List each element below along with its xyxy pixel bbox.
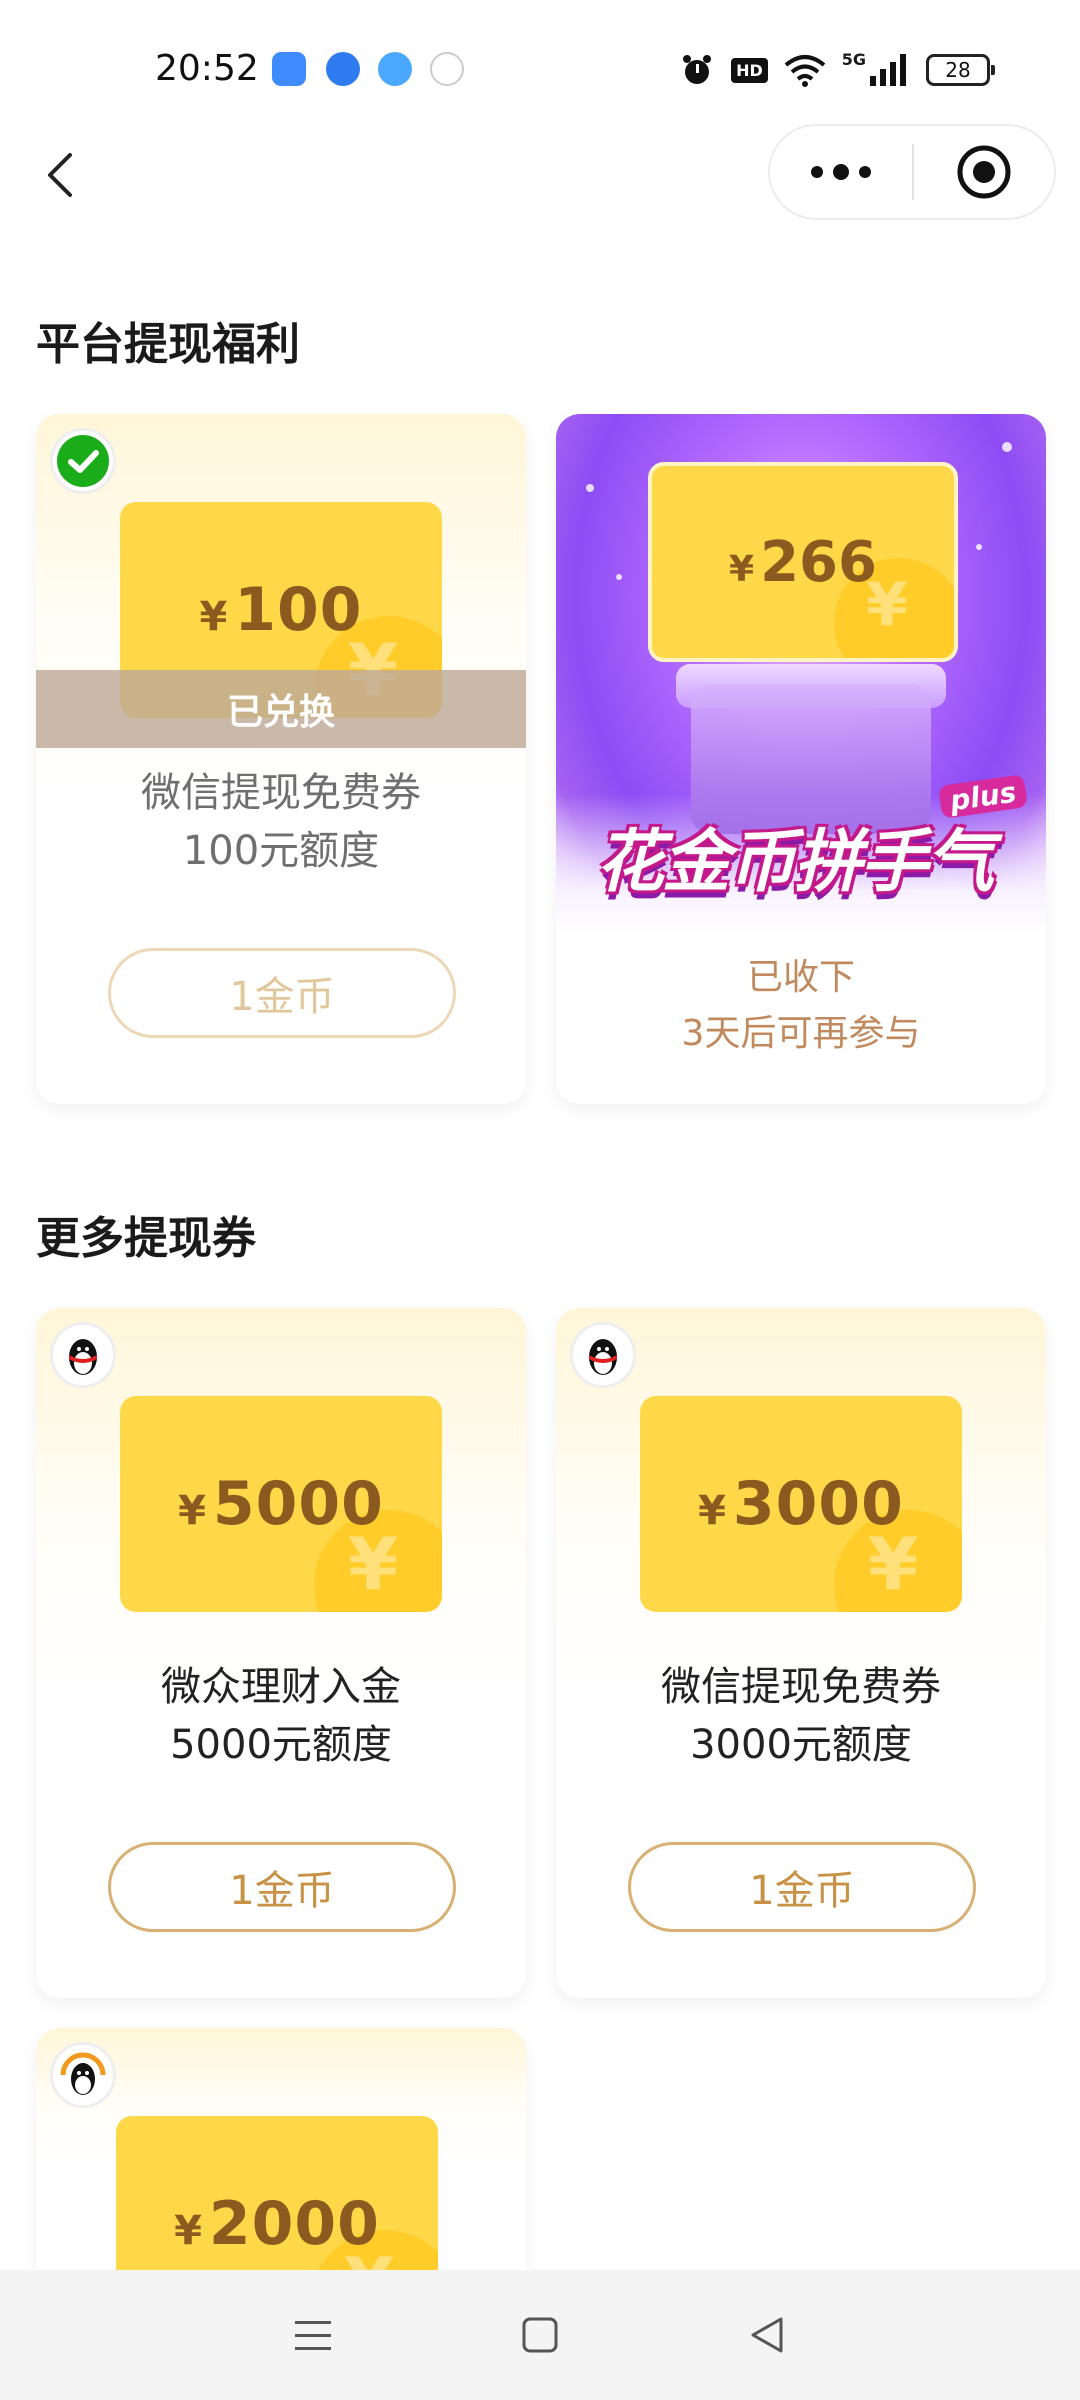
square-home-icon	[522, 2317, 558, 2353]
miniprogram-capsule	[768, 124, 1056, 220]
voucher-card-3000[interactable]: ¥ ¥3000 微信提现免费券 3000元额度 1金币	[556, 1308, 1046, 1998]
voucher-card-5000[interactable]: ¥ ¥5000 微众理财入金 5000元额度 1金币	[36, 1308, 526, 1998]
sparkle-decoration	[976, 544, 982, 550]
penguin-headset-icon	[50, 2042, 116, 2108]
triangle-back-icon	[751, 2317, 783, 2353]
system-navigation-bar	[0, 2270, 1080, 2400]
promo-amount: ¥266	[729, 529, 877, 595]
clock-app-icon	[430, 52, 464, 86]
wifi-icon	[784, 55, 826, 87]
wechat-pay-icon	[50, 428, 116, 494]
promo-card-lucky-draw[interactable]: ¥ ¥266 花金币拼手气 plus 已收下 3天后可再参与	[556, 414, 1046, 1104]
qq-penguin-icon	[570, 1322, 636, 1388]
signal-icon	[870, 54, 906, 86]
redeemed-badge: 已兑换	[36, 670, 526, 748]
voucher-amount: ¥100	[199, 575, 363, 645]
notification-app-icon	[378, 52, 412, 86]
promo-status: 已收下 3天后可再参与	[681, 957, 921, 1054]
battery-indicator: 28	[926, 54, 995, 86]
promo-logo: 花金币拼手气 plus	[596, 774, 1028, 904]
promo-voucher-graphic: ¥ ¥266	[648, 462, 958, 662]
home-button[interactable]	[500, 2295, 580, 2375]
close-miniprogram-button[interactable]	[914, 126, 1054, 218]
hd-badge: HD	[731, 57, 768, 83]
alarm-icon	[683, 55, 712, 84]
voucher-graphic: ¥ ¥3000	[640, 1396, 962, 1612]
back-button[interactable]	[30, 140, 90, 210]
section-title-more: 更多提现券	[36, 1213, 256, 1264]
voucher-graphic: ¥ ¥5000	[120, 1396, 442, 1612]
chevron-left-icon	[48, 153, 72, 197]
redeem-button[interactable]: 1金币	[628, 1842, 976, 1932]
target-icon	[957, 145, 1011, 199]
status-bar: 20:52 HD 5G 28	[0, 0, 1080, 140]
voucher-amount: ¥2000	[174, 2189, 380, 2259]
section-title-platform: 平台提现福利	[36, 319, 300, 370]
voucher-amount: ¥5000	[178, 1469, 384, 1539]
voucher-amount: ¥3000	[698, 1469, 904, 1539]
card-title: 微众理财入金 5000元额度	[161, 1664, 401, 1768]
network-label: 5G	[841, 50, 866, 69]
sparkle-decoration	[1002, 442, 1012, 452]
more-dots-icon	[811, 166, 823, 178]
page: 20:52 HD 5G 28 平台提现福利 ¥ 100 已兑换 微信提现免费券 …	[0, 0, 1080, 2400]
system-back-button[interactable]	[727, 2295, 807, 2375]
qq-penguin-icon	[50, 1322, 116, 1388]
sparkle-decoration	[616, 574, 622, 580]
card-title: 微信提现免费券 3000元额度	[661, 1664, 941, 1768]
battery-level: 28	[945, 58, 971, 82]
promo-logo-text: 花金币拼手气	[596, 823, 994, 902]
status-right-group: HD 5G 28	[679, 50, 995, 90]
status-time: 20:52	[155, 48, 259, 89]
menu-icon	[295, 2321, 332, 2350]
more-button[interactable]	[770, 126, 912, 218]
menu-button[interactable]	[273, 2295, 353, 2375]
sparkle-decoration	[586, 484, 594, 492]
redeem-button[interactable]: 1金币	[108, 1842, 456, 1932]
card-title: 微信提现免费券 100元额度	[141, 770, 421, 874]
notification-app-icon	[272, 52, 306, 86]
redeem-button[interactable]: 1金币	[108, 948, 456, 1038]
notification-app-icon	[326, 52, 360, 86]
voucher-card-2000[interactable]: ¥ ¥2000	[36, 2028, 526, 2270]
voucher-card-100[interactable]: ¥ ¥100 已兑换 微信提现免费券 100元额度 1金币	[36, 414, 526, 1104]
voucher-graphic: ¥ ¥2000	[116, 2116, 438, 2270]
